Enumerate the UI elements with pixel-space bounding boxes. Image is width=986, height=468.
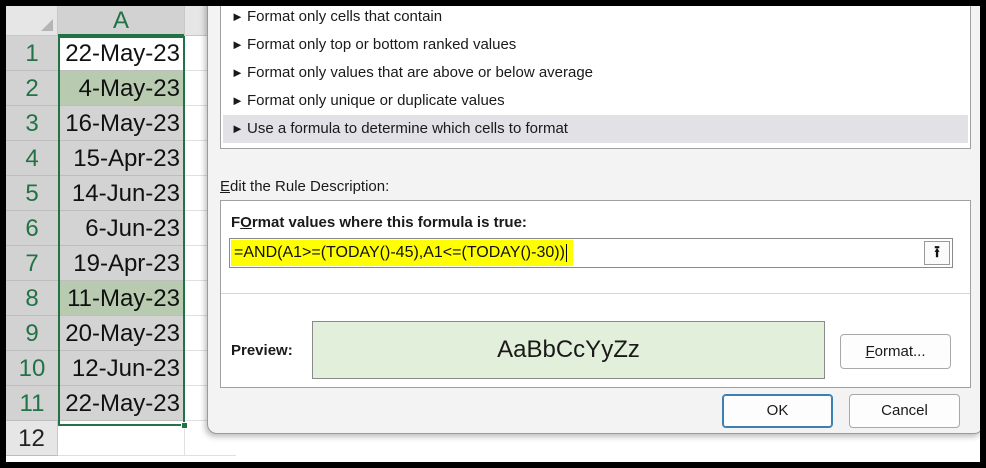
row-header[interactable]: 8: [6, 281, 58, 316]
row-header[interactable]: 6: [6, 211, 58, 246]
format-button[interactable]: Format...: [840, 334, 951, 369]
rule-arrow-icon: ►: [231, 65, 244, 80]
row-header[interactable]: 2: [6, 71, 58, 106]
rule-type-item[interactable]: ► Format only unique or duplicate values: [223, 87, 968, 115]
row-header[interactable]: 7: [6, 246, 58, 281]
rule-type-label: Use a formula to determine which cells t…: [247, 120, 568, 137]
fill-handle[interactable]: [181, 422, 188, 429]
spreadsheet-grid: A 1 22-May-23 2 4-May-23 3 16-May-23 4 15-Apr-2…: [6, 6, 236, 462]
rule-description-label: Edit the Rule Description:: [220, 178, 389, 195]
rule-description-panel: FOrmat values where this formula is true…: [220, 200, 971, 388]
rule-type-item[interactable]: ► Format only values that are above or be…: [223, 59, 968, 87]
panel-divider: [221, 293, 970, 294]
row-header[interactable]: 12: [6, 421, 58, 456]
formula-label-first: F: [231, 214, 241, 231]
row-header[interactable]: 5: [6, 176, 58, 211]
row-header[interactable]: 10: [6, 351, 58, 386]
format-button-accesskey: F: [865, 343, 875, 360]
cancel-button[interactable]: Cancel: [849, 394, 960, 428]
preview-label: Preview:: [231, 342, 293, 359]
conditional-format-dialog: ► Format only cells that contain ► Format o…: [207, 6, 980, 434]
rule-type-label: Format only values that are above or bel…: [247, 64, 594, 81]
selection-border: [58, 36, 185, 426]
row-header[interactable]: 9: [6, 316, 58, 351]
formula-label-text: rmat values where this formula is true:: [251, 214, 527, 231]
row-header[interactable]: 4: [6, 141, 58, 176]
column-header-a[interactable]: A: [58, 6, 184, 36]
rule-description-accesskey: E: [220, 178, 231, 195]
sheet-row: 12: [6, 421, 236, 456]
collapse-dialog-button[interactable]: ⭱: [924, 241, 950, 265]
up-arrow-icon: ⭱: [934, 244, 940, 261]
format-button-label: ormat...: [874, 343, 926, 360]
row-header[interactable]: 11: [6, 386, 58, 421]
formula-input[interactable]: =AND(A1>=(TODAY()-45),A1<=(TODAY()-30)) …: [229, 238, 953, 268]
rule-type-label: Format only unique or duplicate values: [247, 92, 505, 109]
formula-label-accesskey: O: [240, 214, 252, 231]
select-all-corner[interactable]: [6, 6, 58, 36]
rule-arrow-icon: ►: [231, 9, 244, 24]
formula-label: FOrmat values where this formula is true…: [231, 214, 527, 231]
rule-type-label: Format only top or bottom ranked values: [247, 36, 517, 53]
rule-type-item[interactable]: ► Use a formula to determine which cells …: [223, 115, 968, 143]
ok-button[interactable]: OK: [722, 394, 833, 428]
rule-type-item[interactable]: ► Format only cells that contain: [223, 6, 968, 31]
rule-arrow-icon: ►: [231, 37, 244, 52]
rule-type-label: Format only cells that contain: [247, 8, 443, 25]
row-header[interactable]: 1: [6, 36, 58, 71]
row-header[interactable]: 3: [6, 106, 58, 141]
rule-arrow-icon: ►: [231, 93, 244, 108]
rule-type-item[interactable]: ► Format only top or bottom ranked values: [223, 31, 968, 59]
rule-arrow-icon: ►: [231, 121, 244, 136]
cell-a12[interactable]: [58, 421, 184, 456]
rule-type-list[interactable]: ► Format only cells that contain ► Format o…: [220, 6, 971, 149]
select-all-triangle-icon: [41, 19, 53, 31]
rule-description-label-text: dit the Rule Description:: [230, 178, 390, 195]
preview-sample: AaBbCcYyZz: [312, 321, 825, 379]
screenshot-frame: A 1 22-May-23 2 4-May-23 3 16-May-23 4 15-Apr-2…: [6, 6, 980, 462]
formula-text[interactable]: =AND(A1>=(TODAY()-45),A1<=(TODAY()-30)): [231, 240, 573, 266]
